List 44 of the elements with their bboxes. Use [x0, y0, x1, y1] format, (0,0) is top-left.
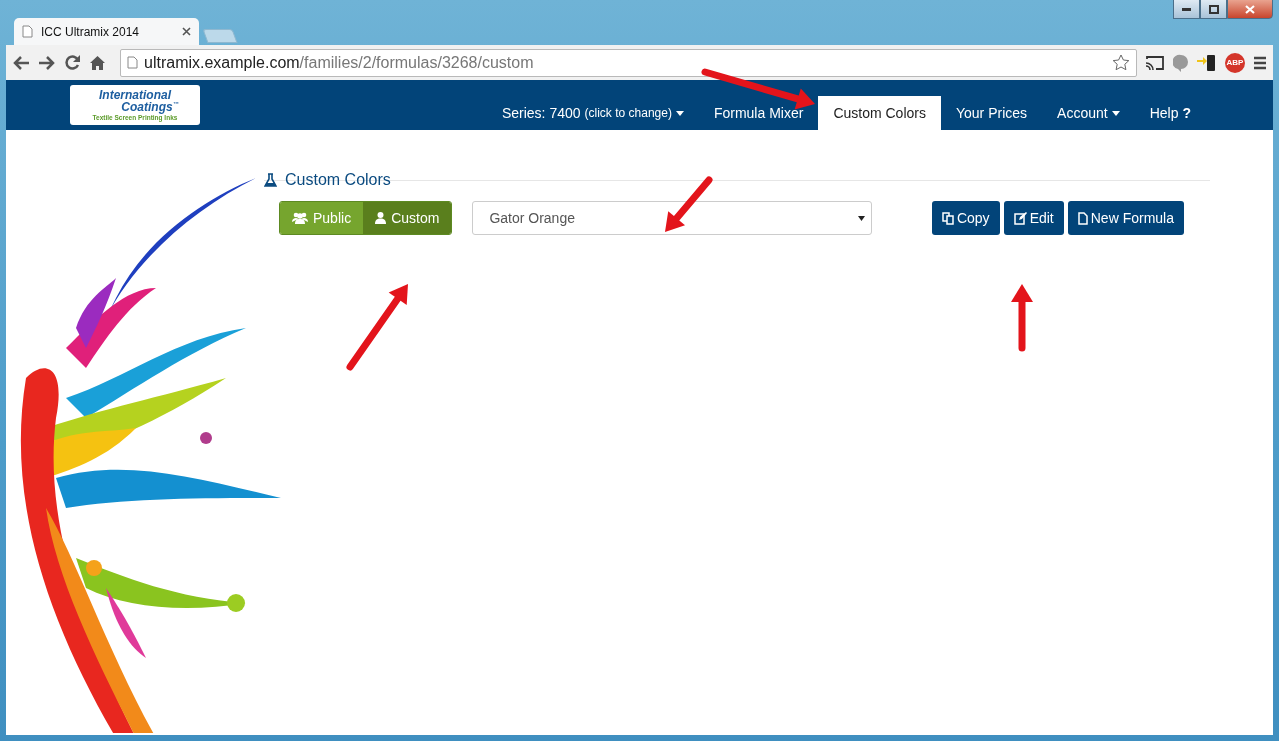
menu-icon[interactable]	[1253, 55, 1267, 70]
minimize-button[interactable]	[1173, 0, 1200, 19]
cast-icon[interactable]	[1145, 54, 1165, 71]
caret-icon	[858, 215, 866, 221]
adblock-icon[interactable]: ABP	[1225, 52, 1245, 73]
page-icon	[127, 56, 138, 69]
edit-icon	[1013, 211, 1027, 225]
minimize-icon	[1182, 7, 1191, 11]
nav-link[interactable]: Your Prices	[940, 96, 1043, 130]
action-button[interactable]: Edit	[1003, 201, 1064, 235]
maximize-icon	[1208, 4, 1219, 14]
file-icon	[1077, 211, 1088, 225]
close-icon	[1245, 4, 1255, 14]
forward-icon[interactable]	[38, 54, 56, 71]
page-icon	[22, 25, 33, 38]
star-icon[interactable]	[1112, 54, 1130, 71]
action-button[interactable]: New Formula	[1067, 201, 1184, 235]
users-icon	[292, 212, 308, 224]
nav-link[interactable]: Help ?	[1134, 96, 1206, 130]
home-icon[interactable]	[89, 54, 106, 71]
user-icon	[375, 212, 387, 224]
address-bar[interactable]: ultramix.example.com/families/2/formulas/3268/custom	[120, 48, 1137, 77]
toggle-button[interactable]: Custom	[363, 202, 452, 234]
annotation-arrow	[1011, 284, 1033, 352]
reload-icon[interactable]	[64, 54, 81, 71]
phone-icon[interactable]	[1197, 53, 1217, 72]
browser-tab[interactable]: ICC Ultramix 2014	[14, 18, 199, 45]
formula-dropdown[interactable]: Gator Orange	[472, 201, 873, 235]
annotation-arrow	[665, 176, 713, 232]
action-button[interactable]: Copy	[931, 201, 1000, 235]
nav-link[interactable]: Custom Colors	[818, 96, 941, 130]
copy-icon	[941, 211, 954, 225]
maximize-button[interactable]	[1200, 0, 1227, 19]
close-icon[interactable]	[182, 27, 191, 36]
back-icon[interactable]	[12, 54, 30, 71]
flask-icon	[264, 173, 277, 187]
page-title: Custom Colors	[285, 171, 391, 189]
close-button[interactable]	[1227, 0, 1273, 19]
caret-icon	[675, 110, 684, 116]
caret-icon	[1111, 110, 1120, 116]
nav-link[interactable]: Account	[1042, 96, 1135, 130]
nav-link[interactable]: Series: 7400 (click to change)	[486, 96, 699, 130]
question-icon: ?	[1182, 105, 1191, 121]
nav-link[interactable]: Formula Mixer	[698, 96, 819, 130]
